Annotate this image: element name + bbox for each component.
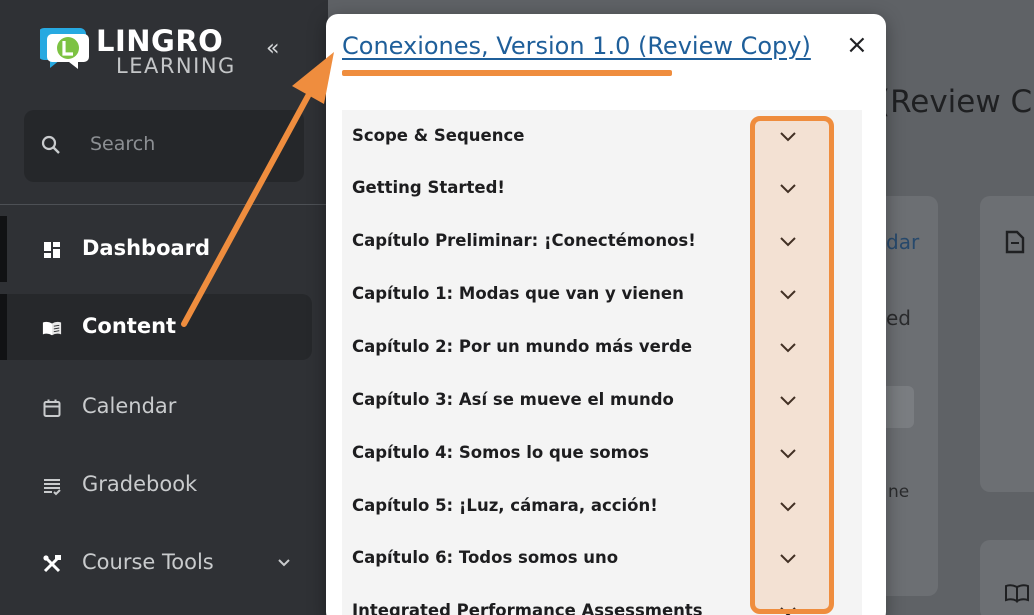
section-title: Capítulo 1: Modas que van y vienen — [352, 284, 684, 303]
close-icon[interactable]: × — [846, 30, 868, 60]
sidebar-item-label: Content — [82, 314, 177, 338]
sidebar-item-dashboard[interactable]: Dashboard — [0, 216, 312, 282]
section-title: Scope & Sequence — [352, 126, 525, 145]
brand-tagline: LEARNING — [116, 54, 236, 78]
sidebar-item-course-tools[interactable]: Course Tools — [0, 530, 312, 596]
search-icon — [41, 135, 60, 154]
sidebar-item-content[interactable]: Content — [0, 294, 312, 360]
sidebar-item-label: Calendar — [82, 394, 177, 418]
brand-logo[interactable]: LINGRO LEARNING — [40, 22, 234, 78]
section-title: Capítulo 4: Somos lo que somos — [352, 443, 649, 462]
background-text: ed — [886, 306, 911, 330]
modal-title-link[interactable]: Conexiones, Version 1.0 (Review Copy) — [342, 32, 811, 60]
section-title: Capítulo Preliminar: ¡Conectémonos! — [352, 231, 696, 250]
section-title: Capítulo 3: Así se mueve el mundo — [352, 390, 674, 409]
annotation-underline — [342, 70, 672, 76]
brand-name: LINGRO — [96, 24, 224, 58]
dashboard-icon — [44, 242, 60, 258]
section-title: Integrated Performance Assessments — [352, 601, 703, 615]
tools-icon — [43, 555, 61, 573]
calendar-icon — [43, 399, 61, 417]
background-link: dar — [886, 230, 920, 254]
sidebar-item-label: Dashboard — [82, 236, 211, 260]
gradebook-icon — [44, 479, 61, 496]
book-icon — [42, 321, 62, 336]
section-title: Capítulo 2: Por un mundo más verde — [352, 337, 693, 356]
sidebar-item-label: Gradebook — [82, 472, 198, 496]
sidebar-item-calendar[interactable]: Calendar — [0, 374, 312, 440]
section-title: Capítulo 6: Todos somos uno — [352, 548, 619, 567]
section-title: Capítulo 5: ¡Luz, cámara, acción! — [352, 496, 658, 515]
sidebar: LINGRO LEARNING « Search Dashboard Conte… — [0, 0, 328, 615]
lingro-logo-icon — [40, 28, 89, 69]
book-icon — [1005, 584, 1029, 603]
annotation-highlight-box — [750, 116, 834, 614]
page-title: (Review C — [878, 84, 1033, 120]
sidebar-divider — [0, 204, 328, 205]
search-input[interactable]: Search — [24, 110, 304, 182]
document-icon — [1005, 230, 1025, 254]
sidebar-item-label: Course Tools — [82, 550, 214, 574]
section-title: Getting Started! — [352, 178, 505, 197]
search-placeholder: Search — [90, 133, 156, 155]
sidebar-item-gradebook[interactable]: Gradebook — [0, 452, 312, 518]
collapse-sidebar-button[interactable]: « — [266, 36, 279, 61]
background-text: ne — [888, 482, 910, 502]
chevron-down-icon[interactable] — [276, 554, 292, 570]
